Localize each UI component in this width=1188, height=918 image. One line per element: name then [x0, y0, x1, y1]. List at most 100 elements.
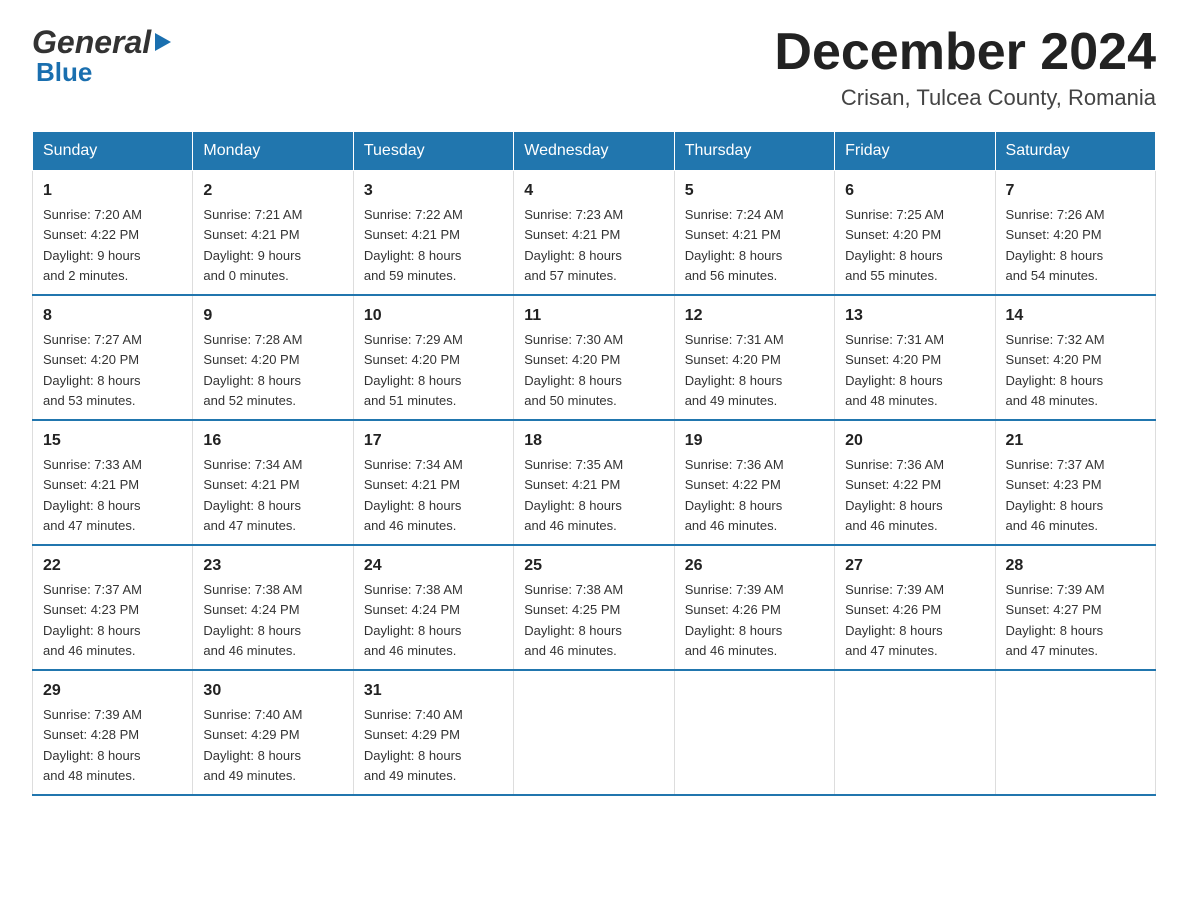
- table-row: 18 Sunrise: 7:35 AMSunset: 4:21 PMDaylig…: [514, 420, 674, 545]
- day-info: Sunrise: 7:40 AMSunset: 4:29 PMDaylight:…: [364, 707, 463, 783]
- table-row: 8 Sunrise: 7:27 AMSunset: 4:20 PMDayligh…: [33, 295, 193, 420]
- table-row: 5 Sunrise: 7:24 AMSunset: 4:21 PMDayligh…: [674, 171, 834, 296]
- logo-blue-text: Blue: [36, 57, 175, 88]
- day-info: Sunrise: 7:37 AMSunset: 4:23 PMDaylight:…: [1006, 457, 1105, 533]
- table-row: 24 Sunrise: 7:38 AMSunset: 4:24 PMDaylig…: [353, 545, 513, 670]
- col-monday: Monday: [193, 132, 353, 171]
- day-info: Sunrise: 7:34 AMSunset: 4:21 PMDaylight:…: [203, 457, 302, 533]
- table-row: 14 Sunrise: 7:32 AMSunset: 4:20 PMDaylig…: [995, 295, 1155, 420]
- day-info: Sunrise: 7:38 AMSunset: 4:24 PMDaylight:…: [364, 582, 463, 658]
- table-row: 11 Sunrise: 7:30 AMSunset: 4:20 PMDaylig…: [514, 295, 674, 420]
- page-header: General Blue December 2024 Crisan, Tulce…: [32, 24, 1156, 111]
- day-number: 14: [1006, 304, 1145, 328]
- day-info: Sunrise: 7:36 AMSunset: 4:22 PMDaylight:…: [685, 457, 784, 533]
- table-row: 7 Sunrise: 7:26 AMSunset: 4:20 PMDayligh…: [995, 171, 1155, 296]
- col-friday: Friday: [835, 132, 995, 171]
- day-number: 12: [685, 304, 824, 328]
- day-info: Sunrise: 7:22 AMSunset: 4:21 PMDaylight:…: [364, 207, 463, 283]
- day-number: 10: [364, 304, 503, 328]
- day-number: 27: [845, 554, 984, 578]
- day-info: Sunrise: 7:34 AMSunset: 4:21 PMDaylight:…: [364, 457, 463, 533]
- col-saturday: Saturday: [995, 132, 1155, 171]
- table-row: 17 Sunrise: 7:34 AMSunset: 4:21 PMDaylig…: [353, 420, 513, 545]
- day-number: 20: [845, 429, 984, 453]
- table-row: 9 Sunrise: 7:28 AMSunset: 4:20 PMDayligh…: [193, 295, 353, 420]
- table-row: 19 Sunrise: 7:36 AMSunset: 4:22 PMDaylig…: [674, 420, 834, 545]
- table-row: 27 Sunrise: 7:39 AMSunset: 4:26 PMDaylig…: [835, 545, 995, 670]
- day-number: 23: [203, 554, 342, 578]
- day-number: 13: [845, 304, 984, 328]
- day-number: 25: [524, 554, 663, 578]
- table-row: 2 Sunrise: 7:21 AMSunset: 4:21 PMDayligh…: [193, 171, 353, 296]
- table-row: [674, 670, 834, 795]
- day-info: Sunrise: 7:39 AMSunset: 4:26 PMDaylight:…: [685, 582, 784, 658]
- day-number: 18: [524, 429, 663, 453]
- day-info: Sunrise: 7:36 AMSunset: 4:22 PMDaylight:…: [845, 457, 944, 533]
- day-number: 2: [203, 179, 342, 203]
- day-number: 9: [203, 304, 342, 328]
- day-number: 29: [43, 679, 182, 703]
- day-number: 1: [43, 179, 182, 203]
- day-info: Sunrise: 7:20 AMSunset: 4:22 PMDaylight:…: [43, 207, 142, 283]
- day-info: Sunrise: 7:21 AMSunset: 4:21 PMDaylight:…: [203, 207, 302, 283]
- table-row: 26 Sunrise: 7:39 AMSunset: 4:26 PMDaylig…: [674, 545, 834, 670]
- table-row: 30 Sunrise: 7:40 AMSunset: 4:29 PMDaylig…: [193, 670, 353, 795]
- table-row: 21 Sunrise: 7:37 AMSunset: 4:23 PMDaylig…: [995, 420, 1155, 545]
- table-row: 25 Sunrise: 7:38 AMSunset: 4:25 PMDaylig…: [514, 545, 674, 670]
- table-row: 12 Sunrise: 7:31 AMSunset: 4:20 PMDaylig…: [674, 295, 834, 420]
- day-number: 30: [203, 679, 342, 703]
- table-row: 22 Sunrise: 7:37 AMSunset: 4:23 PMDaylig…: [33, 545, 193, 670]
- day-info: Sunrise: 7:35 AMSunset: 4:21 PMDaylight:…: [524, 457, 623, 533]
- table-row: 1 Sunrise: 7:20 AMSunset: 4:22 PMDayligh…: [33, 171, 193, 296]
- day-number: 8: [43, 304, 182, 328]
- day-info: Sunrise: 7:38 AMSunset: 4:24 PMDaylight:…: [203, 582, 302, 658]
- day-number: 11: [524, 304, 663, 328]
- logo-arrow-icon: [153, 31, 175, 53]
- table-row: 15 Sunrise: 7:33 AMSunset: 4:21 PMDaylig…: [33, 420, 193, 545]
- table-row: [514, 670, 674, 795]
- day-info: Sunrise: 7:32 AMSunset: 4:20 PMDaylight:…: [1006, 332, 1105, 408]
- table-row: 3 Sunrise: 7:22 AMSunset: 4:21 PMDayligh…: [353, 171, 513, 296]
- table-row: [995, 670, 1155, 795]
- table-row: 10 Sunrise: 7:29 AMSunset: 4:20 PMDaylig…: [353, 295, 513, 420]
- day-info: Sunrise: 7:28 AMSunset: 4:20 PMDaylight:…: [203, 332, 302, 408]
- logo: General Blue: [32, 24, 175, 88]
- day-number: 17: [364, 429, 503, 453]
- day-number: 7: [1006, 179, 1145, 203]
- calendar-week-row: 8 Sunrise: 7:27 AMSunset: 4:20 PMDayligh…: [33, 295, 1156, 420]
- table-row: [835, 670, 995, 795]
- col-sunday: Sunday: [33, 132, 193, 171]
- day-info: Sunrise: 7:37 AMSunset: 4:23 PMDaylight:…: [43, 582, 142, 658]
- day-info: Sunrise: 7:24 AMSunset: 4:21 PMDaylight:…: [685, 207, 784, 283]
- day-info: Sunrise: 7:26 AMSunset: 4:20 PMDaylight:…: [1006, 207, 1105, 283]
- calendar-header-row: Sunday Monday Tuesday Wednesday Thursday…: [33, 132, 1156, 171]
- day-number: 5: [685, 179, 824, 203]
- col-tuesday: Tuesday: [353, 132, 513, 171]
- calendar-week-row: 29 Sunrise: 7:39 AMSunset: 4:28 PMDaylig…: [33, 670, 1156, 795]
- table-row: 29 Sunrise: 7:39 AMSunset: 4:28 PMDaylig…: [33, 670, 193, 795]
- calendar-week-row: 22 Sunrise: 7:37 AMSunset: 4:23 PMDaylig…: [33, 545, 1156, 670]
- day-info: Sunrise: 7:31 AMSunset: 4:20 PMDaylight:…: [845, 332, 944, 408]
- day-number: 24: [364, 554, 503, 578]
- table-row: 31 Sunrise: 7:40 AMSunset: 4:29 PMDaylig…: [353, 670, 513, 795]
- calendar-week-row: 1 Sunrise: 7:20 AMSunset: 4:22 PMDayligh…: [33, 171, 1156, 296]
- table-row: 6 Sunrise: 7:25 AMSunset: 4:20 PMDayligh…: [835, 171, 995, 296]
- month-title: December 2024: [774, 24, 1156, 81]
- title-area: December 2024 Crisan, Tulcea County, Rom…: [774, 24, 1156, 111]
- day-number: 22: [43, 554, 182, 578]
- col-wednesday: Wednesday: [514, 132, 674, 171]
- table-row: 20 Sunrise: 7:36 AMSunset: 4:22 PMDaylig…: [835, 420, 995, 545]
- logo-general-text: General: [32, 24, 151, 61]
- day-number: 4: [524, 179, 663, 203]
- day-number: 21: [1006, 429, 1145, 453]
- day-info: Sunrise: 7:40 AMSunset: 4:29 PMDaylight:…: [203, 707, 302, 783]
- day-info: Sunrise: 7:29 AMSunset: 4:20 PMDaylight:…: [364, 332, 463, 408]
- day-number: 6: [845, 179, 984, 203]
- day-number: 19: [685, 429, 824, 453]
- day-info: Sunrise: 7:38 AMSunset: 4:25 PMDaylight:…: [524, 582, 623, 658]
- day-info: Sunrise: 7:27 AMSunset: 4:20 PMDaylight:…: [43, 332, 142, 408]
- day-number: 26: [685, 554, 824, 578]
- calendar-week-row: 15 Sunrise: 7:33 AMSunset: 4:21 PMDaylig…: [33, 420, 1156, 545]
- day-info: Sunrise: 7:39 AMSunset: 4:28 PMDaylight:…: [43, 707, 142, 783]
- day-info: Sunrise: 7:33 AMSunset: 4:21 PMDaylight:…: [43, 457, 142, 533]
